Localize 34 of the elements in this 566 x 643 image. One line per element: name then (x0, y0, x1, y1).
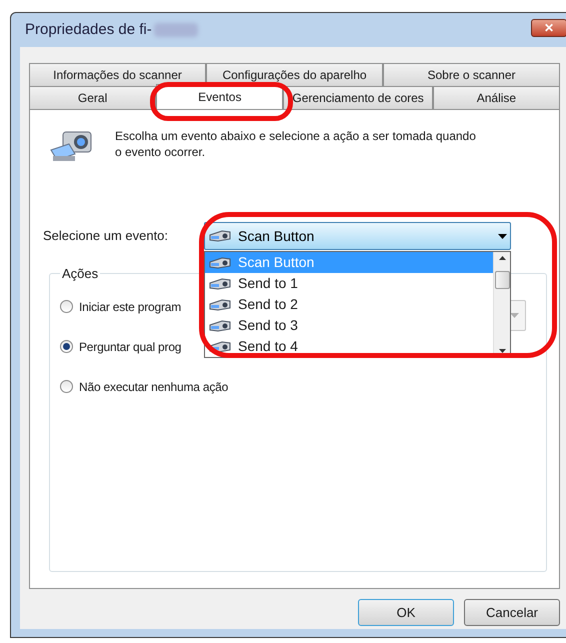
dialog-button[interactable]: Cancelar (464, 599, 560, 626)
tab[interactable]: Informações do scanner (29, 63, 206, 86)
scanner-icon (208, 318, 232, 332)
event-label: Selecione um evento: (43, 227, 170, 246)
caret-icon (510, 312, 519, 318)
radio-label: Iniciar este program (79, 298, 182, 316)
scroll-up-icon[interactable] (498, 256, 506, 260)
dropdown-option[interactable]: Send to 3 (205, 315, 493, 336)
scanner-icon (208, 298, 232, 312)
scanner-icon (208, 229, 232, 243)
scanner-icon (208, 276, 232, 290)
tab[interactable]: Geral (29, 86, 156, 109)
scanner-icon (208, 256, 232, 270)
tab[interactable]: Configurações do aparelho (206, 63, 383, 86)
event-dropdown[interactable]: Scan Button (204, 222, 511, 250)
blurred-model-name (154, 23, 198, 37)
dropdown-option[interactable]: Send to 1 (205, 273, 493, 294)
tab[interactable]: Sobre o scanner (383, 63, 560, 86)
scroll-thumb[interactable] (494, 270, 510, 288)
window-title: Propriedades de fi- (25, 20, 152, 40)
tab[interactable]: Análise (432, 86, 560, 109)
radio-button[interactable] (60, 380, 73, 393)
radio-button[interactable] (60, 340, 73, 353)
dropdown-option[interactable]: Send to 2 (205, 294, 493, 315)
dropdown-option[interactable]: Send to 4 (205, 336, 493, 357)
radio-label: Não executar nenhuma ação (79, 378, 228, 396)
description-text: Escolha um evento abaixo e selecione a ação a ser tomada quando o evento ocorrer. (115, 128, 477, 160)
caret-icon (498, 234, 507, 238)
radio-button[interactable] (60, 300, 73, 313)
dialog-button[interactable]: OK (358, 599, 454, 626)
radio-label: Perguntar qual prog (79, 338, 182, 356)
scroll-down-icon[interactable] (498, 349, 506, 353)
actions-title: Ações (61, 265, 100, 283)
tab[interactable]: Gerenciamento de cores (283, 86, 433, 109)
